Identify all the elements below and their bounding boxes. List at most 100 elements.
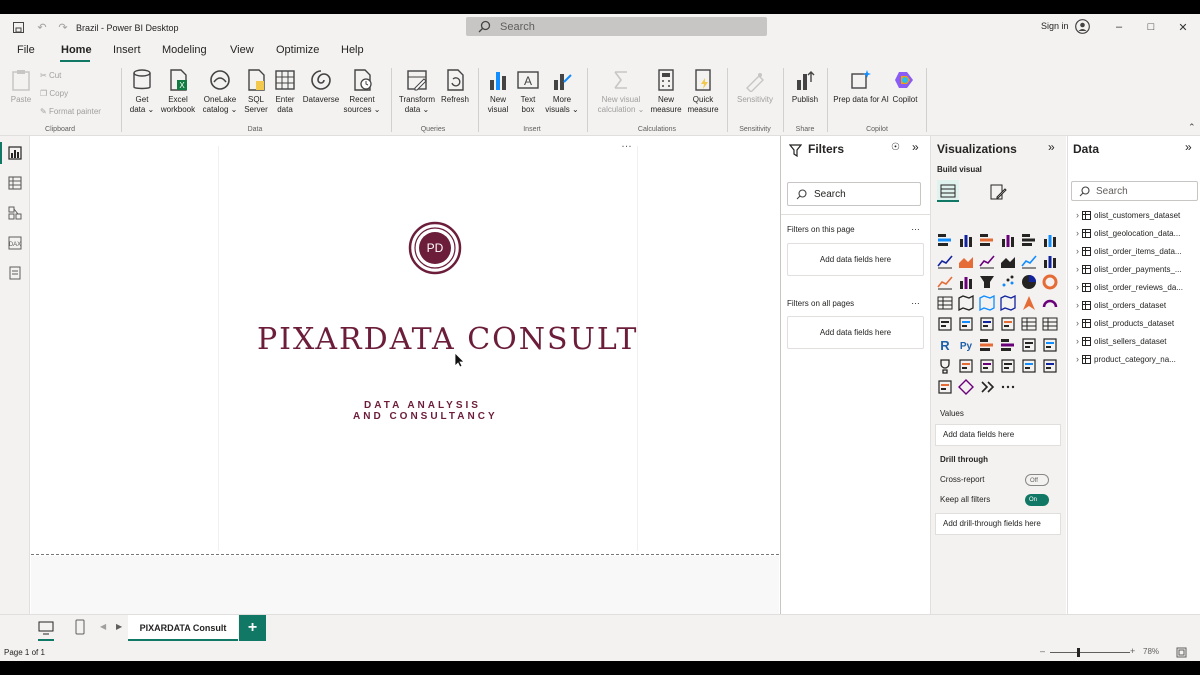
transform-data-button[interactable]: Transform data ⌄ [396, 68, 438, 115]
more-options-icon[interactable]: … [911, 222, 920, 232]
visual-type-card-icon[interactable] [937, 316, 953, 332]
fit-to-page-icon[interactable] [1176, 647, 1187, 658]
publish-button[interactable]: Publish [788, 68, 822, 105]
text-box-button[interactable]: A Text box [514, 68, 542, 115]
recent-sources-button[interactable]: Recent sources ⌄ [342, 68, 382, 115]
visual-type-card-icon[interactable] [1000, 316, 1016, 332]
paste-button[interactable]: Paste [6, 68, 36, 105]
visual-type-card-icon[interactable] [958, 358, 974, 374]
refresh-button[interactable]: Refresh [438, 68, 472, 105]
format-visual-icon[interactable] [989, 183, 1007, 201]
excel-workbook-button[interactable]: X Excel workbook [158, 68, 198, 115]
chevron-right-icon[interactable]: › [1076, 282, 1079, 292]
scroll-right-icon[interactable]: ▶ [116, 622, 122, 631]
filters-all-pages-dropzone[interactable]: Add data fields here [787, 316, 924, 349]
visual-type-bars-v-icon[interactable] [1000, 232, 1016, 248]
chevron-right-icon[interactable]: › [1076, 210, 1079, 220]
chevron-right-icon[interactable]: › [1076, 246, 1079, 256]
visual-type-donut-icon[interactable] [1042, 274, 1058, 290]
data-table-item[interactable]: › olist_products_dataset [1076, 318, 1200, 328]
new-measure-button[interactable]: New measure [650, 68, 682, 115]
chevron-right-icon[interactable]: › [1076, 300, 1079, 310]
model-view-icon[interactable] [8, 206, 22, 220]
filters-on-page-dropzone[interactable]: Add data fields here [787, 243, 924, 276]
quick-measure-button[interactable]: Quick measure [684, 68, 722, 115]
chevron-right-icon[interactable]: › [1076, 354, 1079, 364]
redo-icon[interactable]: ↷ [55, 19, 71, 35]
zoom-out-icon[interactable]: – [1040, 646, 1045, 656]
dataverse-button[interactable]: Dataverse [300, 68, 342, 105]
menu-home[interactable]: Home [61, 44, 92, 56]
mobile-layout-icon[interactable] [75, 619, 85, 635]
visual-type-table-icon[interactable] [1021, 316, 1037, 332]
data-table-item[interactable]: › olist_order_reviews_da... [1076, 282, 1200, 292]
visual-type-bars-v-icon[interactable] [958, 274, 974, 290]
format-painter-button[interactable]: ✎ Format painter [40, 107, 101, 116]
menu-optimize[interactable]: Optimize [276, 44, 319, 56]
enter-data-button[interactable]: Enter data [271, 68, 299, 115]
eye-icon[interactable]: ☉ [891, 142, 900, 153]
visual-type-bars-h-icon[interactable] [937, 232, 953, 248]
menu-file[interactable]: File [17, 44, 35, 56]
values-dropzone[interactable]: Add data fields here [935, 424, 1061, 446]
visual-type-bars-h-icon[interactable] [979, 337, 995, 353]
dax-query-view-icon[interactable]: DAX [8, 236, 22, 250]
more-options-icon[interactable]: … [911, 296, 920, 306]
zoom-in-icon[interactable]: + [1130, 646, 1135, 656]
menu-modeling[interactable]: Modeling [162, 44, 207, 56]
visual-type-card-icon[interactable] [1000, 358, 1016, 374]
copilot-button[interactable]: Copilot [888, 68, 922, 105]
visual-type-bars-v-icon[interactable] [1042, 232, 1058, 248]
visual-type-chevron-icon[interactable] [979, 379, 995, 395]
data-table-item[interactable]: › olist_orders_dataset [1076, 300, 1200, 310]
visual-type-funnel-icon[interactable] [979, 274, 995, 290]
visual-type-card-icon[interactable] [1042, 337, 1058, 353]
report-view-icon[interactable] [8, 146, 22, 160]
page-tab-pixardata-consult[interactable]: PIXARDATA Consult [128, 615, 238, 641]
prep-data-for-ai-button[interactable]: Prep data for AI [832, 68, 890, 105]
sensitivity-button[interactable]: Sensitivity [732, 68, 778, 105]
add-page-button[interactable]: + [239, 615, 266, 641]
scroll-left-icon[interactable]: ◀ [100, 622, 106, 631]
visual-type-R-icon[interactable]: R [937, 337, 953, 353]
chevron-right-icon[interactable]: › [1076, 336, 1079, 346]
cut-button[interactable]: ✂ Cut [40, 71, 61, 80]
get-data-button[interactable]: Get data ⌄ [127, 68, 157, 115]
collapse-ribbon-icon[interactable]: ⌃ [1188, 122, 1196, 133]
visual-type-line-icon[interactable] [937, 274, 953, 290]
visual-type-bars-h-icon[interactable] [1021, 232, 1037, 248]
visual-type-card-icon[interactable] [1021, 337, 1037, 353]
visual-type-card-icon[interactable] [979, 358, 995, 374]
visual-type-area-icon[interactable] [1000, 253, 1016, 269]
drill-through-dropzone[interactable]: Add drill-through fields here [935, 513, 1061, 535]
zoom-slider[interactable] [1050, 652, 1130, 653]
menu-view[interactable]: View [230, 44, 254, 56]
build-visual-tab[interactable] [937, 180, 959, 202]
save-icon[interactable] [10, 19, 26, 35]
onelake-catalog-button[interactable]: OneLake catalog ⌄ [201, 68, 239, 115]
sign-in-link[interactable]: Sign in [1041, 21, 1069, 31]
visual-type-map-icon[interactable] [1000, 295, 1016, 311]
desktop-layout-icon[interactable] [38, 621, 54, 635]
visual-type-line-icon[interactable] [1021, 253, 1037, 269]
visual-type-map-icon[interactable] [979, 295, 995, 311]
visual-type-card-icon[interactable] [979, 316, 995, 332]
search-input[interactable]: Search [466, 17, 767, 36]
visual-type-line-icon[interactable] [979, 253, 995, 269]
keep-all-filters-toggle[interactable]: On [1025, 494, 1049, 506]
data-table-item[interactable]: › olist_customers_dataset [1076, 210, 1200, 220]
more-options-icon[interactable]: … [621, 138, 632, 150]
chevron-right-icon[interactable]: › [1076, 318, 1079, 328]
menu-insert[interactable]: Insert [113, 44, 141, 56]
chevron-right-icon[interactable]: › [1076, 264, 1079, 274]
filters-search-input[interactable]: Search [787, 182, 921, 206]
new-visual-calculation-button[interactable]: New visual calculation ⌄ [592, 68, 650, 115]
visual-type-Py-icon[interactable]: Py [958, 337, 974, 353]
new-visual-button[interactable]: New visual [483, 68, 513, 115]
tmdl-view-icon[interactable] [8, 266, 22, 280]
data-table-item[interactable]: › olist_sellers_dataset [1076, 336, 1200, 346]
visual-type-gauge-icon[interactable] [1042, 295, 1058, 311]
data-table-item[interactable]: › olist_geolocation_data... [1076, 228, 1200, 238]
collapse-visualizations-icon[interactable]: » [1048, 140, 1055, 154]
more-visuals-button[interactable]: More visuals ⌄ [544, 68, 580, 115]
